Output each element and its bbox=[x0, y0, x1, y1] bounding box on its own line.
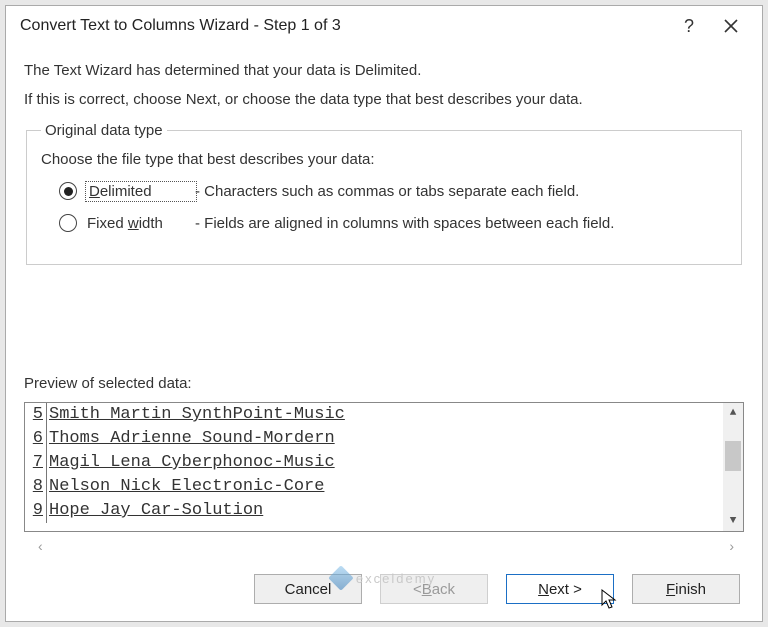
preview-row: 6Thoms Adrienne Sound-Mordern bbox=[25, 427, 743, 451]
horizontal-scroll-hint: ‹ › bbox=[24, 532, 744, 560]
preview-row-text: Magil Lena Cyberphonoc-Music bbox=[47, 451, 743, 475]
radio-delimited-desc: - Characters such as commas or tabs sepa… bbox=[195, 183, 579, 200]
preview-row: 9Hope Jay Car-Solution bbox=[25, 499, 743, 523]
help-button[interactable]: ? bbox=[668, 6, 710, 46]
preview-row-text: Nelson Nick Electronic-Core bbox=[47, 475, 743, 499]
scroll-thumb[interactable] bbox=[725, 441, 741, 471]
scroll-left-icon[interactable]: ‹ bbox=[38, 538, 43, 554]
preview-row-number: 9 bbox=[25, 499, 47, 523]
text-to-columns-dialog: Convert Text to Columns Wizard - Step 1 … bbox=[5, 5, 763, 622]
scroll-track[interactable] bbox=[723, 423, 743, 511]
back-button: < Back bbox=[380, 574, 488, 604]
radio-fixed-desc: - Fields are aligned in columns with spa… bbox=[195, 215, 614, 232]
vertical-scrollbar[interactable]: ▲ ▼ bbox=[723, 403, 743, 531]
scroll-up-icon[interactable]: ▲ bbox=[723, 403, 743, 423]
preview-rows: 5Smith Martin SynthPoint-Music6Thoms Adr… bbox=[25, 403, 743, 523]
preview-row-number: 8 bbox=[25, 475, 47, 499]
preview-row-text: Thoms Adrienne Sound-Mordern bbox=[47, 427, 743, 451]
choose-label: Choose the file type that best describes… bbox=[41, 151, 727, 168]
intro-text-2: If this is correct, choose Next, or choo… bbox=[24, 91, 744, 108]
preview-row: 8Nelson Nick Electronic-Core bbox=[25, 475, 743, 499]
radio-delimited-label: Delimited bbox=[87, 183, 195, 200]
finish-button[interactable]: Finish bbox=[632, 574, 740, 604]
preview-row-number: 6 bbox=[25, 427, 47, 451]
radio-fixed-label: Fixed width bbox=[87, 215, 195, 232]
preview-row: 5Smith Martin SynthPoint-Music bbox=[25, 403, 743, 427]
preview-row: 7Magil Lena Cyberphonoc-Music bbox=[25, 451, 743, 475]
button-row: Cancel < Back Next > Finish bbox=[6, 560, 762, 622]
titlebar: Convert Text to Columns Wizard - Step 1 … bbox=[6, 6, 762, 46]
radio-fixed-circle[interactable] bbox=[59, 214, 77, 232]
radio-delimited[interactable]: Delimited - Characters such as commas or… bbox=[59, 178, 727, 204]
close-icon bbox=[724, 19, 738, 33]
original-data-type-group: Original data type Choose the file type … bbox=[26, 122, 742, 265]
cancel-button[interactable]: Cancel bbox=[254, 574, 362, 604]
next-button[interactable]: Next > bbox=[506, 574, 614, 604]
radio-delimited-circle[interactable] bbox=[59, 182, 77, 200]
scroll-right-icon[interactable]: › bbox=[729, 538, 734, 554]
radio-fixed-width[interactable]: Fixed width - Fields are aligned in colu… bbox=[59, 210, 727, 236]
cursor-icon bbox=[601, 589, 619, 611]
scroll-down-icon[interactable]: ▼ bbox=[723, 511, 743, 531]
group-legend: Original data type bbox=[41, 122, 167, 139]
preview-label: Preview of selected data: bbox=[24, 375, 744, 392]
preview-row-number: 7 bbox=[25, 451, 47, 475]
preview-row-text: Hope Jay Car-Solution bbox=[47, 499, 743, 523]
intro-text-1: The Text Wizard has determined that your… bbox=[24, 62, 744, 79]
preview-row-number: 5 bbox=[25, 403, 47, 427]
preview-row-text: Smith Martin SynthPoint-Music bbox=[47, 403, 743, 427]
close-button[interactable] bbox=[710, 6, 752, 46]
preview-box: 5Smith Martin SynthPoint-Music6Thoms Adr… bbox=[24, 402, 744, 532]
dialog-title: Convert Text to Columns Wizard - Step 1 … bbox=[20, 17, 668, 35]
dialog-body: The Text Wizard has determined that your… bbox=[6, 46, 762, 560]
